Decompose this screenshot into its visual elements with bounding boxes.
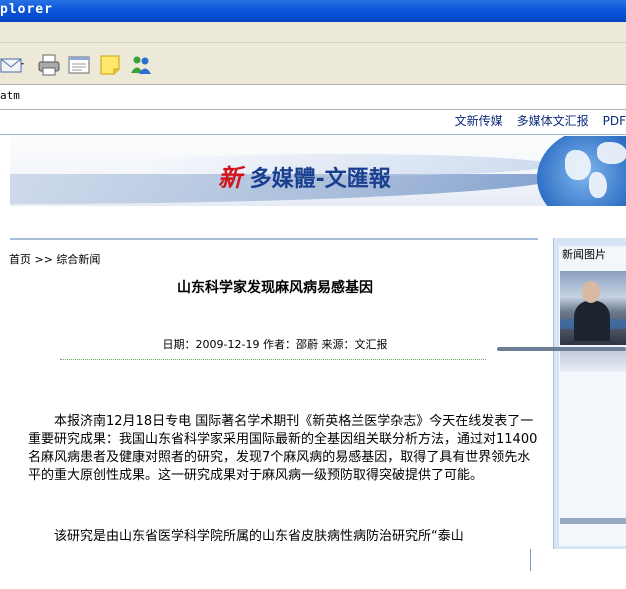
- floating-bar: [497, 347, 626, 351]
- status-divider: [530, 549, 531, 571]
- mail-icon[interactable]: [0, 53, 24, 77]
- meta-divider: [60, 359, 486, 360]
- site-banner: 新 多媒體-文匯報: [10, 136, 626, 206]
- page-blank-area: [0, 549, 626, 589]
- window-title: plorer: [0, 2, 53, 17]
- news-photo-thumb[interactable]: [560, 350, 626, 372]
- address-bar[interactable]: atm: [0, 84, 626, 110]
- logo-name: 多媒體-文匯報: [249, 167, 391, 192]
- messenger-icon[interactable]: [129, 53, 153, 77]
- article-paragraph: 该研究是由山东省医学科学院所属的山东省皮肤病性病防治研究所“泰山: [54, 529, 464, 544]
- nav-link-multimedia[interactable]: 多媒体文汇报: [517, 114, 589, 128]
- edit-icon[interactable]: [67, 53, 91, 77]
- nav-link-pdf[interactable]: PDF: [603, 114, 626, 128]
- site-top-nav: 文新传媒 多媒体文汇报 PDF: [441, 112, 626, 130]
- toolbar-divider: [0, 42, 626, 43]
- breadcrumb[interactable]: 首页 >> 综合新闻: [9, 251, 100, 267]
- news-photo-thumb[interactable]: [560, 518, 626, 524]
- site-logo[interactable]: 新 多媒體-文匯報: [218, 158, 391, 193]
- logo-prefix: 新: [218, 164, 242, 192]
- note-icon[interactable]: [98, 53, 122, 77]
- news-photo-sidebar: 新闻图片: [553, 238, 626, 549]
- nav-link-wenxin[interactable]: 文新传媒: [455, 114, 503, 128]
- header-rule: [0, 134, 626, 135]
- browser-toolbar: [0, 22, 626, 84]
- globe-icon: [537, 136, 626, 206]
- article-paragraph: 本报济南12月18日专电 国际著名学术期刊《新英格兰医学杂志》今天在线发表了一重…: [28, 414, 538, 483]
- content-rule: [10, 238, 538, 240]
- window-titlebar: plorer: [0, 0, 626, 22]
- address-input[interactable]: atm: [0, 89, 20, 102]
- article-meta: 日期：2009-12-19 作者：邵蔚 来源：文汇报: [162, 338, 388, 351]
- article-title: 山东科学家发现麻风病易感基因: [177, 280, 373, 296]
- news-photo[interactable]: [560, 271, 626, 345]
- sidebar-title: 新闻图片: [562, 248, 606, 261]
- print-icon[interactable]: [37, 53, 61, 77]
